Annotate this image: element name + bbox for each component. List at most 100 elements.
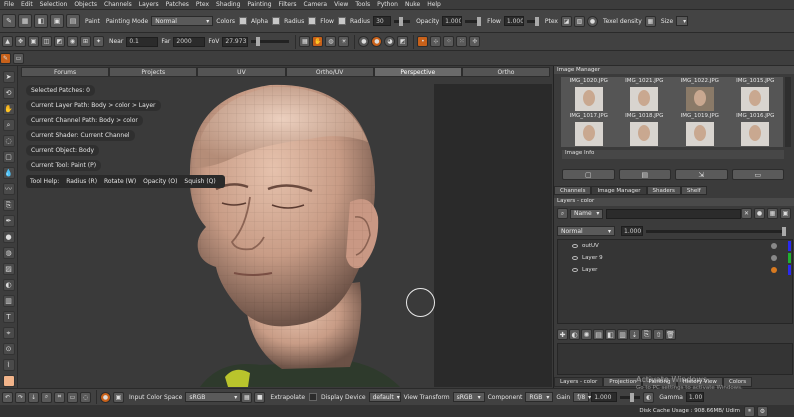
visibility-eye-icon[interactable]: [572, 256, 578, 260]
tab-projects[interactable]: Projects: [109, 67, 198, 77]
gain-slider[interactable]: [620, 392, 641, 402]
menu-edit[interactable]: Edit: [21, 1, 33, 8]
checker-icon[interactable]: ▦: [767, 208, 778, 219]
camera-icon[interactable]: ◉: [67, 36, 78, 47]
fov-field[interactable]: 27.973: [222, 36, 249, 47]
picker-icon[interactable]: ⌖: [2, 327, 15, 339]
alpha-checkbox[interactable]: [272, 17, 281, 25]
near-field[interactable]: 0.1: [126, 36, 159, 47]
radius-field[interactable]: 30: [373, 16, 392, 26]
ptex-checker-icon[interactable]: ▧: [573, 15, 585, 27]
opacity-slider[interactable]: [465, 16, 482, 26]
add-layer-icon[interactable]: ✚: [557, 329, 568, 340]
component-select[interactable]: RGB: [525, 392, 554, 402]
undo-icon[interactable]: ↶: [2, 391, 13, 403]
color-preview-icon[interactable]: ▣: [113, 391, 124, 403]
brush-active-icon[interactable]: ●: [2, 231, 15, 243]
scatter-icon[interactable]: ⁙: [456, 36, 468, 47]
gamma-field[interactable]: 1.00: [685, 392, 704, 402]
menu-nuke[interactable]: Nuke: [405, 1, 420, 8]
adjust-layer-icon[interactable]: ◐: [569, 329, 580, 340]
texel-grid-icon[interactable]: ▦: [644, 15, 656, 27]
face-icon[interactable]: ◫: [41, 36, 52, 47]
flow-field[interactable]: 1.000: [503, 16, 524, 26]
smear-icon[interactable]: 〰: [2, 183, 15, 195]
marquee-view-icon[interactable]: ▭: [67, 391, 78, 403]
brush-icon[interactable]: ✎: [2, 14, 16, 28]
layer-row[interactable]: Layer: [558, 264, 792, 276]
tab-perspective[interactable]: Perspective: [373, 67, 462, 77]
tab-channels[interactable]: Channels: [554, 186, 592, 195]
image-thumbnail[interactable]: [630, 87, 659, 111]
paint-tool-icon[interactable]: ✎: [0, 52, 11, 64]
foreground-color-swatch[interactable]: [2, 375, 15, 387]
lasso-view-icon[interactable]: ◌: [80, 391, 91, 403]
sphere-orange-icon[interactable]: ●: [371, 36, 383, 47]
menu-layers[interactable]: Layers: [139, 1, 159, 8]
frame-icon[interactable]: ⊞: [80, 36, 91, 47]
duplicate-layer-icon[interactable]: ⎘: [641, 329, 652, 340]
view-transform-select[interactable]: sRGB: [452, 392, 485, 402]
zoom-view-icon[interactable]: ⌕: [41, 391, 52, 403]
crop-icon[interactable]: ⌗: [54, 391, 65, 403]
menu-channels[interactable]: Channels: [104, 1, 132, 8]
layer-mask-icon[interactable]: [771, 243, 777, 249]
ptex-settings-icon[interactable]: ◪: [560, 15, 572, 27]
procedural-layer-icon[interactable]: ✺: [581, 329, 592, 340]
color-wheel-icon[interactable]: ●: [100, 391, 111, 403]
tab-shaders[interactable]: Shaders: [646, 186, 681, 195]
flow-checkbox[interactable]: [337, 17, 346, 25]
tab-shelf[interactable]: Shelf: [680, 186, 707, 195]
clone-icon[interactable]: ⎘: [2, 199, 15, 211]
menu-help[interactable]: Help: [427, 1, 441, 8]
lasso-icon[interactable]: ◌: [2, 135, 15, 147]
gain-field[interactable]: 1.000: [591, 392, 618, 402]
gain-stop-select[interactable]: f/8: [573, 392, 590, 402]
light-icon[interactable]: ✦: [93, 36, 104, 47]
menu-file[interactable]: File: [4, 1, 14, 8]
menu-python[interactable]: Python: [377, 1, 398, 8]
visibility-eye-icon[interactable]: [572, 268, 578, 272]
transform-icon[interactable]: ✢: [469, 36, 481, 47]
menu-shading[interactable]: Shading: [216, 1, 240, 8]
input-color-space-select[interactable]: sRGB: [185, 392, 242, 402]
paint-brush-icon[interactable]: ✋: [312, 36, 324, 47]
rotate-icon[interactable]: ⟲: [2, 87, 15, 99]
delete-image-icon[interactable]: ▭: [731, 169, 784, 180]
image-thumbnail[interactable]: [685, 122, 714, 146]
tab-uv[interactable]: UV: [197, 67, 286, 77]
fov-slider[interactable]: [251, 37, 290, 46]
hand-icon[interactable]: ✋: [2, 103, 15, 115]
radius-checkbox[interactable]: [308, 17, 317, 25]
menu-view[interactable]: View: [334, 1, 348, 8]
visibility-eye-icon[interactable]: [572, 244, 578, 248]
grid-small-icon[interactable]: ⁘: [443, 36, 455, 47]
pin-icon[interactable]: ⊹: [430, 36, 442, 47]
display-device-select[interactable]: default: [368, 392, 401, 402]
lut-icon[interactable]: ▦: [241, 391, 253, 403]
menu-ptex[interactable]: Ptex: [196, 1, 209, 8]
sample-icon[interactable]: ⊙: [2, 343, 15, 355]
image-icon[interactable]: ▤: [66, 14, 80, 28]
mask-layer-icon[interactable]: ◧: [605, 329, 616, 340]
export-layer-icon[interactable]: ⇧: [653, 329, 664, 340]
layer-filter-input[interactable]: [606, 208, 741, 219]
delete-layer-icon[interactable]: 🗑: [665, 329, 676, 340]
layer-row[interactable]: Layer 9: [558, 252, 792, 264]
sphere-grey-icon[interactable]: ●: [358, 36, 370, 47]
menu-patches[interactable]: Patches: [166, 1, 189, 8]
pointer-icon[interactable]: ➤: [2, 71, 15, 83]
tab-ortho-uv[interactable]: Ortho/UV: [285, 67, 374, 77]
pause-icon[interactable]: ⏸: [744, 405, 755, 417]
layer-opacity-field[interactable]: 1.000: [621, 226, 643, 236]
text-icon[interactable]: T: [2, 311, 15, 323]
tab-layers-color[interactable]: Layers - color: [554, 377, 604, 387]
extrapolate-checkbox[interactable]: [309, 393, 318, 401]
move-icon[interactable]: ✥: [15, 36, 26, 47]
dodge-icon[interactable]: ◐: [2, 279, 15, 291]
layer-opacity-slider[interactable]: [646, 226, 786, 236]
new-image-icon[interactable]: ▢: [562, 169, 615, 180]
eraser-tool-icon[interactable]: ▭: [13, 52, 24, 64]
swatch-icon[interactable]: ■: [254, 391, 266, 403]
image-thumbnail[interactable]: [741, 122, 770, 146]
